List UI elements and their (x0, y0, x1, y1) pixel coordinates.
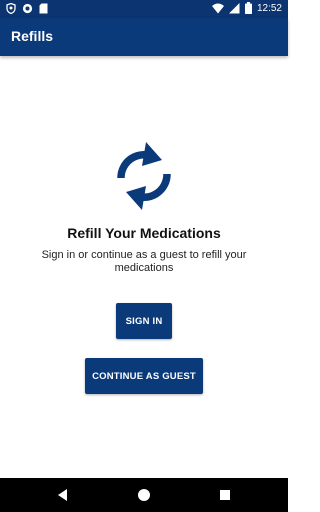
battery-icon (244, 2, 252, 14)
signal-icon (228, 2, 240, 13)
page-heading: Refill Your Medications (67, 225, 221, 241)
status-right-icons: 12:52 (211, 2, 282, 14)
shield-icon (6, 3, 16, 14)
back-icon[interactable] (55, 487, 71, 503)
app-bar: Refills (0, 18, 288, 56)
app-title: Refills (11, 28, 54, 44)
circle-notification-icon (22, 3, 33, 14)
sign-in-button[interactable]: SIGN IN (116, 303, 172, 339)
status-left-icons (6, 3, 48, 14)
recents-icon[interactable] (217, 487, 233, 503)
sd-card-icon (39, 3, 48, 14)
status-bar: 12:52 (0, 0, 288, 18)
page-subtext: Sign in or continue as a guest to refill… (41, 249, 247, 274)
continue-as-guest-button[interactable]: CONTINUE AS GUEST (85, 358, 203, 394)
refresh-icon (117, 142, 171, 210)
wifi-icon (211, 3, 224, 13)
home-icon[interactable] (136, 487, 152, 503)
nav-bar (0, 478, 288, 512)
status-time: 12:52 (256, 2, 282, 14)
main-content: Refill Your Medications Sign in or conti… (0, 56, 288, 478)
